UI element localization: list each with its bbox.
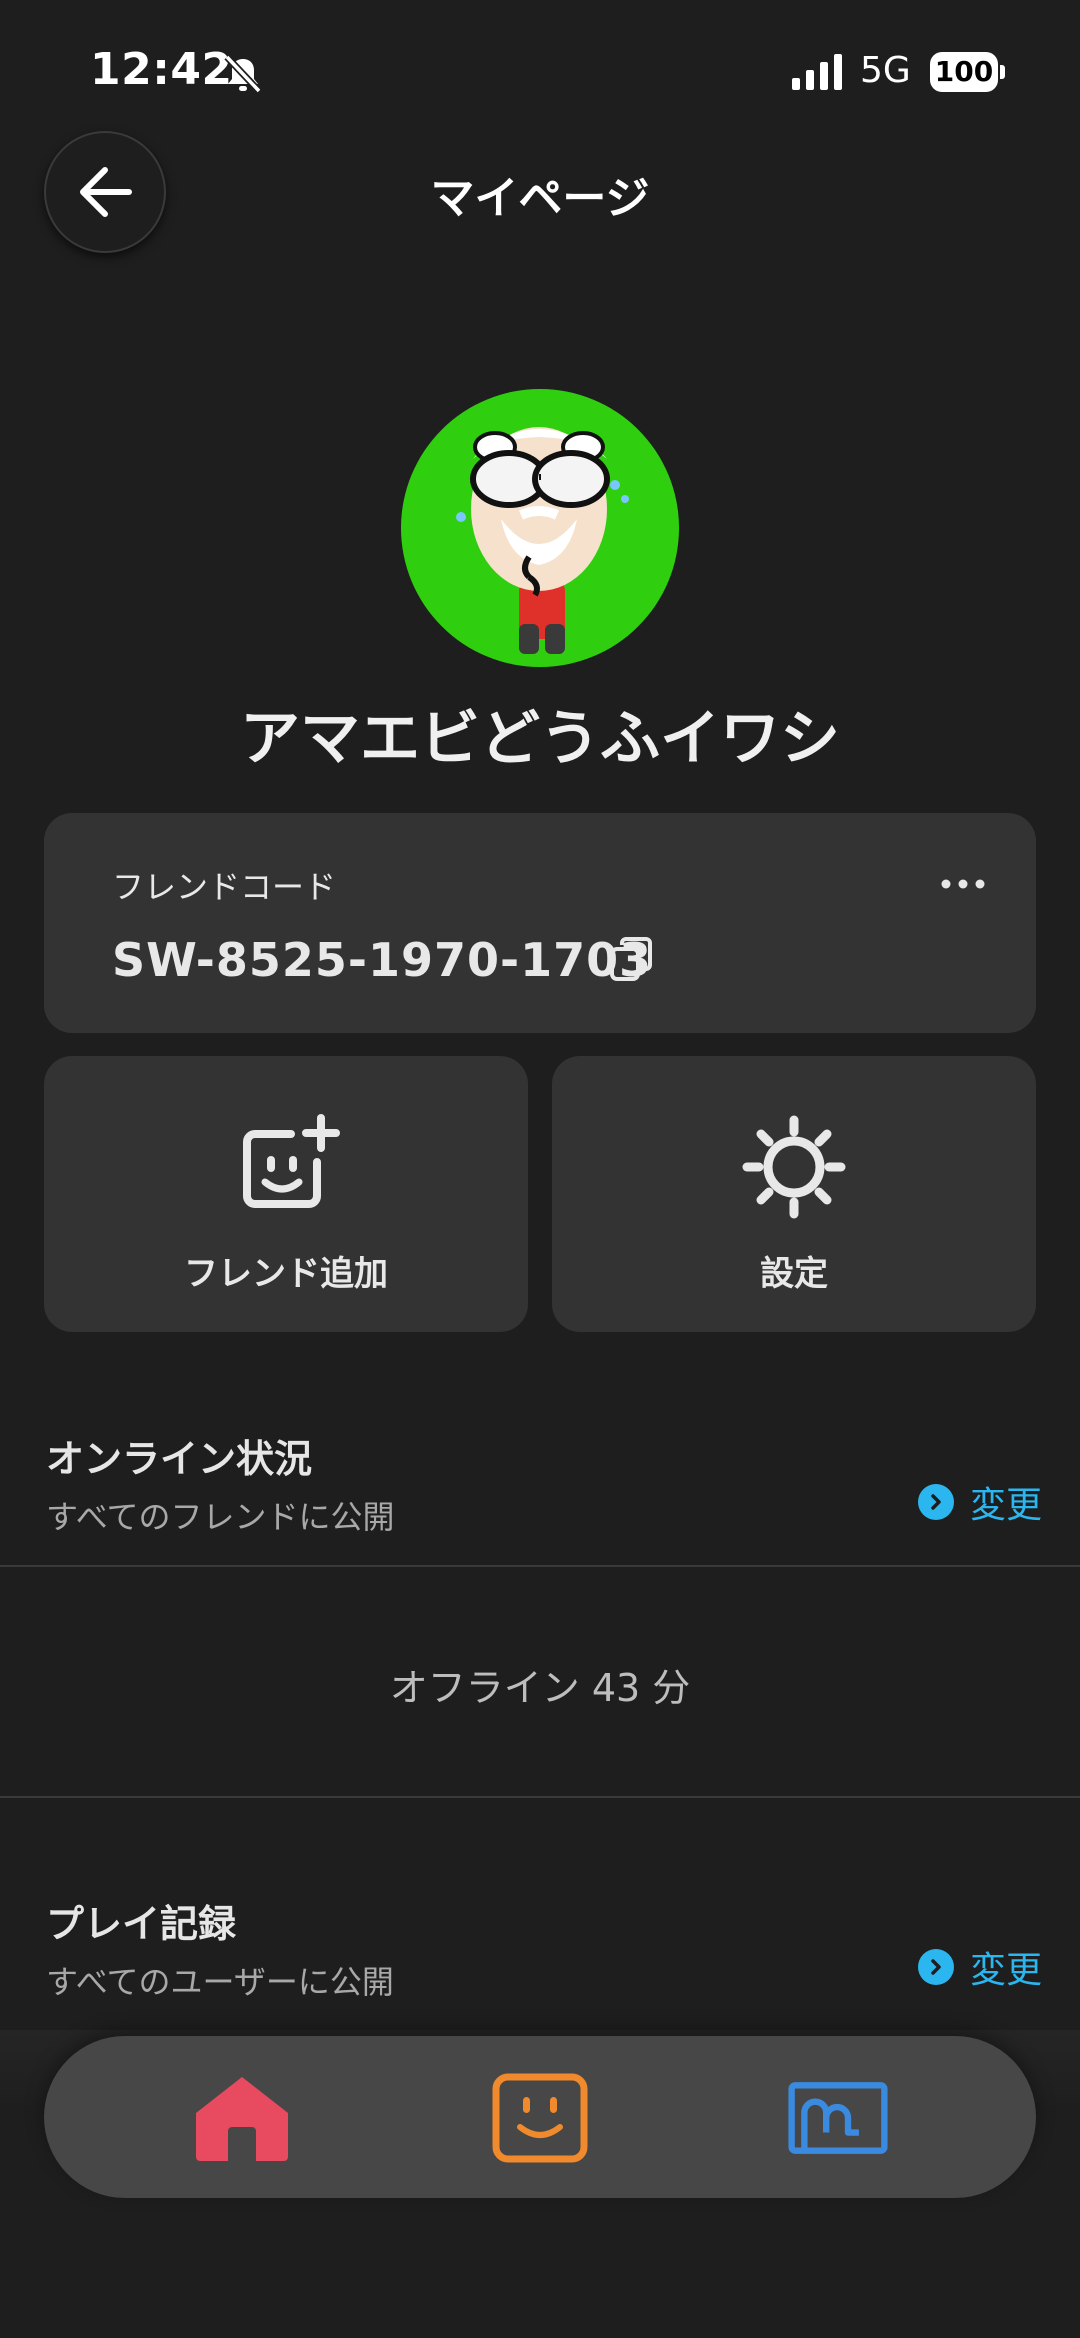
online-status-change-link[interactable]: 変更 — [918, 1476, 1042, 1528]
bottom-nav — [44, 2036, 1036, 2198]
play-record-change-link[interactable]: 変更 — [918, 1941, 1042, 1993]
copy-icon[interactable] — [608, 935, 654, 983]
page-title: マイページ — [430, 173, 650, 224]
nav-album[interactable] — [788, 2070, 888, 2166]
gear-icon — [742, 1115, 846, 1219]
play-record-change-label: 変更 — [970, 1950, 1043, 1991]
more-options-icon[interactable] — [938, 872, 988, 896]
play-record-title: プレイ記録 — [46, 1902, 237, 1946]
battery-level: 100 — [930, 52, 998, 92]
album-icon — [788, 2082, 888, 2154]
add-friend-button[interactable]: フレンド追加 — [44, 1056, 528, 1332]
home-icon — [196, 2077, 288, 2161]
nav-home[interactable] — [192, 2070, 292, 2166]
avatar[interactable] — [401, 389, 679, 667]
online-status-title: オンライン状況 — [46, 1437, 313, 1481]
mii-character-image — [456, 427, 629, 654]
chevron-right-icon — [918, 1949, 954, 1985]
friend-code-value: SW-8525-1970-1703 — [112, 933, 653, 987]
divider — [0, 1565, 1080, 1567]
network-type: 5G — [860, 50, 911, 91]
silent-bell-icon — [224, 54, 262, 94]
battery-icon: 100 — [930, 52, 1006, 94]
chevron-right-icon — [918, 1484, 954, 1520]
add-friend-icon — [243, 1114, 340, 1208]
online-status-subtitle: すべてのフレンドに公開 — [46, 1498, 395, 1536]
divider — [0, 1796, 1080, 1798]
friend-code-label: フレンドコード — [112, 868, 337, 906]
offline-duration: オフライン 43 分 — [389, 1666, 691, 1710]
username: アマエビどうふイワシ — [240, 704, 840, 774]
add-friend-label: フレンド追加 — [184, 1254, 388, 1294]
settings-button[interactable]: 設定 — [552, 1056, 1036, 1332]
online-status-change-label: 変更 — [970, 1485, 1043, 1526]
friend-code-card — [44, 813, 1036, 1033]
friends-face-icon — [492, 2073, 588, 2163]
nav-friends[interactable] — [490, 2070, 590, 2166]
status-time: 12:42 — [90, 44, 233, 95]
settings-label: 設定 — [760, 1254, 828, 1294]
signal-icon — [792, 54, 842, 90]
play-record-subtitle: すべてのユーザーに公開 — [46, 1963, 394, 2001]
